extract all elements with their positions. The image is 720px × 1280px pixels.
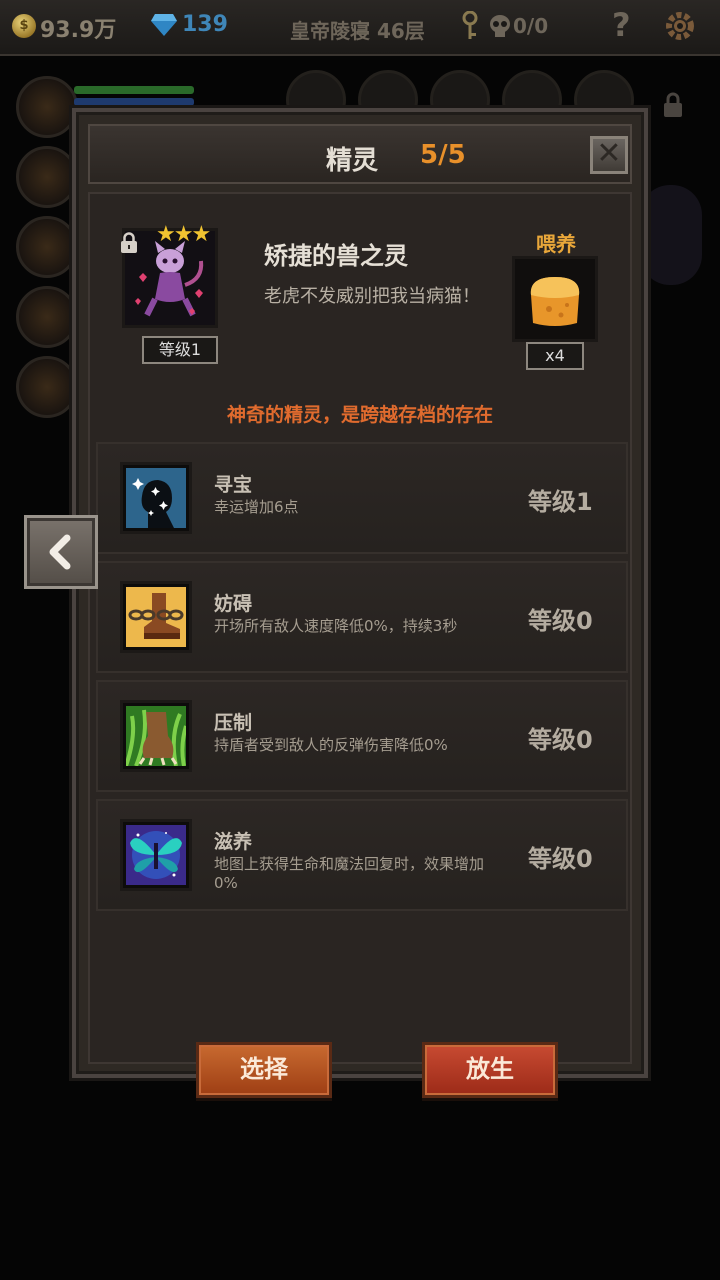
skill-name: 滋养 (214, 831, 253, 853)
skill-icon-frame (120, 462, 192, 534)
skill-name: 寻宝 (214, 474, 253, 496)
spirit-info: ★★★ 等级1 矫捷的兽之灵 老虎不发威别把我当病猫！ 喂养 x4 神奇的精灵，… (100, 204, 620, 434)
key-icon (462, 11, 478, 39)
skill-description: 幸运增加6点 (214, 498, 299, 516)
help-button[interactable]: ? (612, 6, 631, 44)
skill-icon-frame (120, 700, 192, 772)
previous-spirit-button[interactable] (24, 515, 98, 589)
skill-description: 地图上获得生命和魔法回复时，效果增加0% (214, 855, 485, 892)
chevron-left-icon (49, 534, 71, 570)
skill-name: 压制 (214, 712, 253, 734)
skill-description: 持盾者受到敌人的反弹伤害降低0% (214, 736, 448, 754)
skill-level: 等级1 (528, 488, 593, 516)
hero-health-bar (74, 86, 194, 94)
dialog-title: 精灵 (326, 146, 379, 176)
hero-portrait (16, 216, 78, 278)
dungeon-floor: 皇帝陵寝 46层 (290, 19, 425, 43)
skill-row[interactable]: 寻宝 幸运增加6点 等级1 (96, 442, 628, 554)
gold-amount: 93.9万 (40, 18, 117, 43)
top-status-bar: $ 93.9万 139 皇帝陵寝 46层 0/0 ? (0, 0, 720, 56)
spirit-dialog: 精灵 5/5 ✕ ★★★ 等级1 矫捷的兽之灵 老虎不发威别把我当病猫！ 喂养 … (72, 108, 648, 1098)
hero-portrait (16, 76, 78, 138)
release-button[interactable]: 放生 (422, 1042, 558, 1098)
skill-level: 等级0 (528, 726, 593, 754)
chained-boot-icon (126, 587, 186, 647)
beast-claw-icon (126, 706, 186, 766)
lock-icon (664, 92, 682, 117)
skill-name: 妨碍 (214, 593, 253, 615)
hero-mana-bar (74, 98, 194, 106)
fairy-wings-icon (126, 825, 186, 885)
feed-label: 喂养 (536, 232, 576, 256)
dialog-header: 精灵 5/5 ✕ (88, 124, 632, 184)
spirit-level-badge: 等级1 (142, 336, 218, 364)
feed-item-count: x4 (526, 342, 584, 370)
hero-portrait (16, 356, 78, 418)
skill-description: 开场所有敌人速度降低0%，持续3秒 (214, 617, 458, 635)
hero-portrait (16, 286, 78, 348)
skill-row[interactable]: 妨碍 开场所有敌人速度降低0%，持续3秒 等级0 (96, 561, 628, 673)
gem-amount: 139 (182, 12, 228, 37)
skull-icon (490, 15, 510, 37)
feed-button[interactable] (512, 256, 598, 342)
spirit-detail-panel: ★★★ 等级1 矫捷的兽之灵 老虎不发威别把我当病猫！ 喂养 x4 神奇的精灵，… (88, 192, 632, 1098)
spirit-description: 老虎不发威别把我当病猫！ (264, 286, 480, 307)
skill-icon-frame (120, 581, 192, 653)
spirit-star-rating: ★★★ (156, 222, 211, 247)
skill-row[interactable]: 压制 持盾者受到敌人的反弹伤害降低0% 等级0 (96, 680, 628, 792)
skill-level: 等级0 (528, 607, 593, 635)
settings-gear-icon[interactable] (664, 10, 696, 42)
silhouette-stars-icon (126, 468, 186, 528)
gold-coin-icon: $ (12, 14, 36, 38)
spirit-name: 矫捷的兽之灵 (264, 242, 408, 270)
skill-level: 等级0 (528, 845, 593, 873)
close-button[interactable]: ✕ (590, 136, 628, 174)
lock-icon[interactable] (120, 232, 138, 254)
hero-portrait (16, 146, 78, 208)
skill-row[interactable]: 滋养 地图上获得生命和魔法回复时，效果增加0% 等级0 (96, 799, 628, 911)
skill-icon-frame (120, 819, 192, 891)
spirit-count: 5/5 (420, 140, 466, 170)
diamond-icon (151, 14, 177, 36)
background-portrait (640, 185, 702, 285)
kill-counter: 0/0 (513, 14, 549, 38)
select-button[interactable]: 选择 (196, 1042, 332, 1098)
spirit-tagline: 神奇的精灵，是跨越存档的存在 (226, 404, 493, 426)
bread-icon (515, 259, 595, 339)
